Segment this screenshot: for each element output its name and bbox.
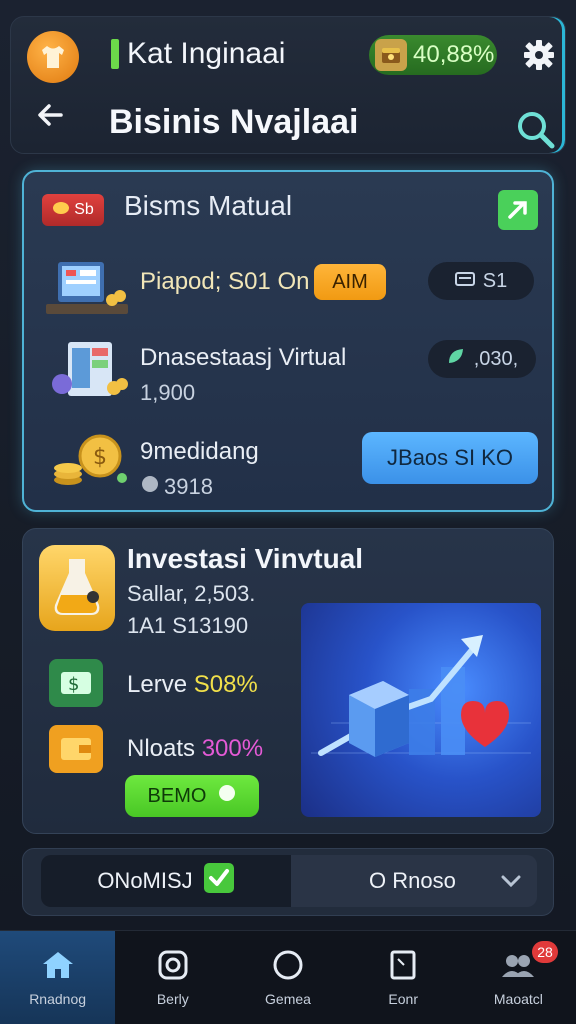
stat-pill-value: S1: [482, 269, 508, 292]
leaf-icon: [446, 346, 466, 372]
nav-item-label: Maoatcl: [493, 990, 543, 1007]
stat-label-text: Lerve: [127, 671, 188, 698]
egg-icon: [52, 200, 70, 221]
stat-value: 300%: [201, 735, 264, 762]
toggle-option-left-label: ONoMISJ: [97, 868, 193, 893]
row-title: Piapod; S01 On: [140, 268, 310, 295]
document-icon: [390, 950, 416, 979]
circle-icon: [273, 950, 303, 979]
growth-chart-illustration: [301, 603, 541, 817]
player-avatar[interactable]: [27, 31, 79, 83]
treasure-icon: [375, 39, 407, 71]
checkmark-icon: [203, 862, 235, 900]
gear-icon[interactable]: [521, 37, 557, 73]
player-name: Kat Inginaai: [111, 37, 285, 71]
nav-item-label: Gemea: [265, 990, 311, 1007]
nav-item-camera[interactable]: Berly: [115, 931, 230, 1024]
player-name-text: Kat Inginaai: [127, 37, 286, 70]
money-icon: $: [49, 659, 103, 707]
toggle-option-right[interactable]: O Rnoso: [291, 855, 537, 907]
coin-amount: 40,88%: [413, 41, 495, 68]
nav-item-label: Berly: [156, 990, 189, 1007]
demo-button-label: BEMO: [147, 784, 207, 807]
home-icon: [42, 951, 73, 978]
row-value: 1,900: [140, 380, 196, 405]
nav-item-games[interactable]: Gemea: [230, 931, 345, 1024]
card-title: Investasi Vinvtual: [127, 543, 364, 574]
coin-stack-icon: $: [42, 426, 132, 492]
category-badge-label: Sb: [74, 201, 94, 218]
stat-label: Nloats 300%: [127, 735, 263, 763]
nav-item-document[interactable]: Eonr: [346, 931, 461, 1024]
row-title: 9medidang: [140, 438, 259, 465]
search-icon[interactable]: [513, 107, 557, 151]
top-bar: Kat Inginaai 40,88% Bisinis Nvajlaai: [10, 16, 566, 154]
stat-pill-value: ,030,: [473, 347, 519, 370]
toggle-option-left[interactable]: ONoMISJ: [41, 855, 291, 907]
mode-toggle: ONoMISJ O Rnoso: [22, 848, 554, 916]
category-badge: Sb: [42, 194, 104, 226]
pin-icon: [140, 474, 160, 499]
stat-pill: ,030,: [428, 340, 536, 378]
page-title: Bisinis Nvajlaai: [109, 103, 359, 141]
nav-item-messages[interactable]: Maoatcl 28: [461, 931, 576, 1024]
notification-badge: 28: [532, 941, 559, 963]
row-title: Dnasestaasj Virtual: [140, 344, 347, 371]
nav-item-label: Rnadnog: [29, 990, 87, 1007]
portfolio-icon: [42, 338, 132, 404]
card-title: Bisms Matual: [124, 190, 293, 221]
card-icon: [454, 270, 475, 293]
level-bar: [111, 39, 119, 69]
dashboard-icon: [42, 254, 132, 320]
stat-label: Lerve S08%: [127, 671, 258, 699]
demo-button[interactable]: BEMO: [125, 775, 259, 817]
stat-value: S08%: [193, 671, 258, 698]
svg-text:$: $: [68, 674, 79, 695]
expand-icon[interactable]: [498, 190, 538, 230]
chevron-down-icon[interactable]: [499, 869, 523, 893]
nav-item-label: Eonr: [388, 990, 418, 1007]
shirt-icon: [42, 46, 64, 68]
bottom-nav: Rnadnog Berly Gemea Eonr Maoatcl 28: [0, 930, 576, 1024]
wallet-icon: [49, 725, 103, 773]
group-icon: [502, 954, 535, 977]
stat-label-text: Nloats: [127, 735, 196, 762]
svg-text:$: $: [93, 445, 107, 470]
card-subtitle: Sallar, 2,503.: [127, 581, 256, 606]
virtual-investment-card: Investasi Vinvtual Sallar, 2,503. 1A1 S1…: [22, 528, 554, 834]
back-arrow-icon[interactable]: [31, 95, 71, 135]
mutual-business-card: Sb Bisms Matual Piapod; S01 On AIM S1 Dn…: [22, 170, 554, 512]
flask-icon: [39, 545, 115, 631]
camera-icon: [158, 950, 188, 979]
action-button[interactable]: JBaos SI KO: [362, 432, 538, 484]
aim-button[interactable]: AIM: [314, 264, 386, 300]
card-value: 1A1 S13190: [127, 613, 249, 638]
row-value: 3918: [164, 474, 213, 499]
stat-pill: S1: [428, 262, 534, 300]
coin-balance[interactable]: 40,88%: [369, 35, 497, 75]
nav-item-home[interactable]: Rnadnog: [0, 931, 116, 1024]
toggle-option-right-label: O Rnoso: [369, 868, 456, 893]
toggle-knob-icon: [218, 784, 236, 808]
